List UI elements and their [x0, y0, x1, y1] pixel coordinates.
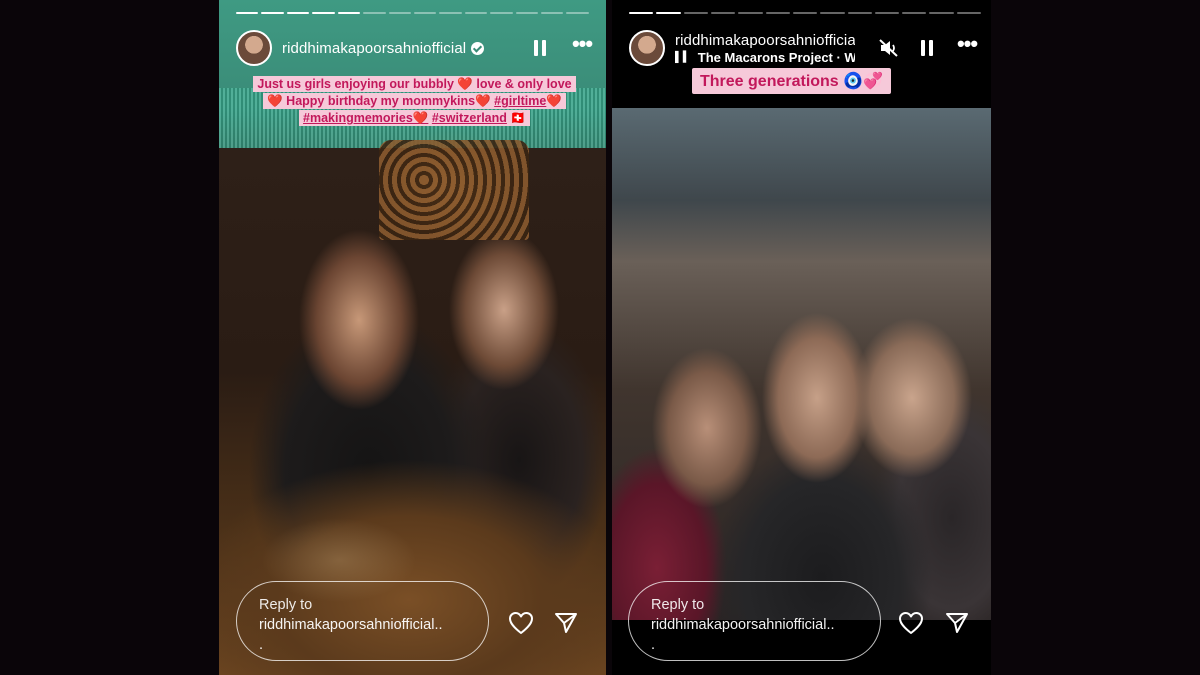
- more-options-button[interactable]: •••: [568, 31, 596, 62]
- progress-segment: [541, 12, 564, 14]
- name-block: riddhimakapoorsahniofficial ▌▍ The Macar…: [675, 32, 855, 65]
- like-button[interactable]: [506, 608, 536, 638]
- heart-icon: [509, 612, 533, 634]
- hashtag-link[interactable]: #switzerland: [432, 111, 507, 125]
- pause-icon: [921, 40, 933, 56]
- flag-emoji: 🇨🇭: [510, 111, 526, 125]
- story-photo: [612, 108, 991, 620]
- progress-segment: [413, 12, 437, 14]
- progress-segment: [261, 12, 284, 14]
- progress-segment: [236, 12, 259, 14]
- progress-segment: [765, 12, 790, 14]
- progress-segment: [956, 12, 982, 14]
- reply-input[interactable]: Reply to riddhimakapoorsahniofficial.. .: [628, 581, 881, 661]
- progress-segment: [847, 12, 872, 14]
- caption-line: #makingmemories❤️ #switzerland 🇨🇭: [299, 110, 530, 126]
- share-button[interactable]: [551, 608, 581, 638]
- hashtag-link[interactable]: #girltime: [494, 94, 546, 108]
- like-button[interactable]: [896, 608, 926, 638]
- story-left[interactable]: riddhimakapoorsahniofficial ••• Just us …: [219, 0, 606, 675]
- heart-emoji: ❤️: [546, 94, 562, 108]
- more-options-button[interactable]: •••: [953, 31, 981, 62]
- progress-segment: [566, 12, 589, 14]
- reply-label: Reply to: [651, 597, 705, 613]
- avatar[interactable]: [236, 30, 272, 66]
- reply-extra: .: [651, 637, 656, 653]
- progress-segment: [929, 12, 954, 14]
- progress-segment: [337, 12, 361, 14]
- caption-line: ❤️ Happy birthday my mommykins❤️ #girlti…: [263, 93, 566, 109]
- progress-segment: [656, 12, 681, 14]
- progress-segment: [820, 12, 845, 14]
- progress-segment: [388, 12, 411, 14]
- send-icon: [555, 613, 577, 633]
- username[interactable]: riddhimakapoorsahniofficial: [282, 40, 485, 57]
- reply-label: Reply to: [259, 597, 313, 613]
- progress-segment: [738, 12, 763, 14]
- pause-icon: [534, 40, 546, 56]
- lampshade: [379, 140, 529, 240]
- story-header: riddhimakapoorsahniofficial •••: [236, 28, 596, 68]
- progress-segment: [490, 12, 513, 14]
- reply-input[interactable]: Reply to riddhimakapoorsahniofficial.. .: [236, 581, 489, 661]
- muted-speaker-icon: [879, 39, 898, 57]
- send-icon: [946, 613, 968, 633]
- story-header: riddhimakapoorsahniofficial ▌▍ The Macar…: [629, 28, 981, 68]
- progress-segment: [515, 12, 539, 14]
- progress-segment: [683, 12, 708, 14]
- reply-extra: .: [259, 637, 264, 653]
- username[interactable]: riddhimakapoorsahniofficial: [675, 32, 855, 49]
- avatar[interactable]: [629, 30, 665, 66]
- progress-bar: [629, 12, 982, 14]
- music-attribution[interactable]: ▌▍ The Macarons Project · Wh: [675, 50, 855, 65]
- progress-segment: [874, 12, 900, 14]
- music-title: The Macarons Project · Wh: [697, 49, 855, 65]
- story-caption: Just us girls enjoying our bubbly ❤️ lov…: [241, 76, 588, 127]
- progress-segment: [710, 12, 736, 14]
- progress-segment: [286, 12, 310, 14]
- reply-username: riddhimakapoorsahniofficial..: [651, 617, 835, 633]
- reply-username: riddhimakapoorsahniofficial..: [259, 617, 443, 633]
- progress-segment: [792, 12, 818, 14]
- more-options-icon: •••: [956, 31, 978, 56]
- caption-line-text: ❤️ Happy birthday my mommykins❤️: [267, 94, 491, 108]
- mute-button[interactable]: [875, 34, 903, 62]
- name-block: riddhimakapoorsahniofficial: [282, 40, 485, 57]
- progress-bar: [236, 12, 589, 14]
- progress-segment: [902, 12, 927, 14]
- progress-segment: [363, 12, 386, 14]
- pause-button[interactable]: [913, 34, 941, 62]
- hashtag-link[interactable]: #makingmemories❤️: [303, 111, 428, 125]
- heart-icon: [899, 612, 923, 634]
- username-text[interactable]: riddhimakapoorsahniofficial: [675, 32, 855, 49]
- progress-segment: [439, 12, 462, 14]
- username-text[interactable]: riddhimakapoorsahniofficial: [282, 40, 466, 57]
- more-options-icon: •••: [571, 31, 593, 56]
- share-button[interactable]: [942, 608, 972, 638]
- verified-badge-icon: [471, 41, 485, 55]
- progress-segment: [464, 12, 488, 14]
- progress-segment: [629, 12, 654, 14]
- pause-button[interactable]: [526, 34, 554, 62]
- music-bars-icon: ▌▍: [675, 51, 692, 63]
- story-right[interactable]: riddhimakapoorsahniofficial ▌▍ The Macar…: [612, 0, 991, 675]
- story-caption: Three generations 🧿💞: [692, 68, 891, 94]
- progress-segment: [312, 12, 335, 14]
- caption-line: Just us girls enjoying our bubbly ❤️ lov…: [253, 76, 576, 92]
